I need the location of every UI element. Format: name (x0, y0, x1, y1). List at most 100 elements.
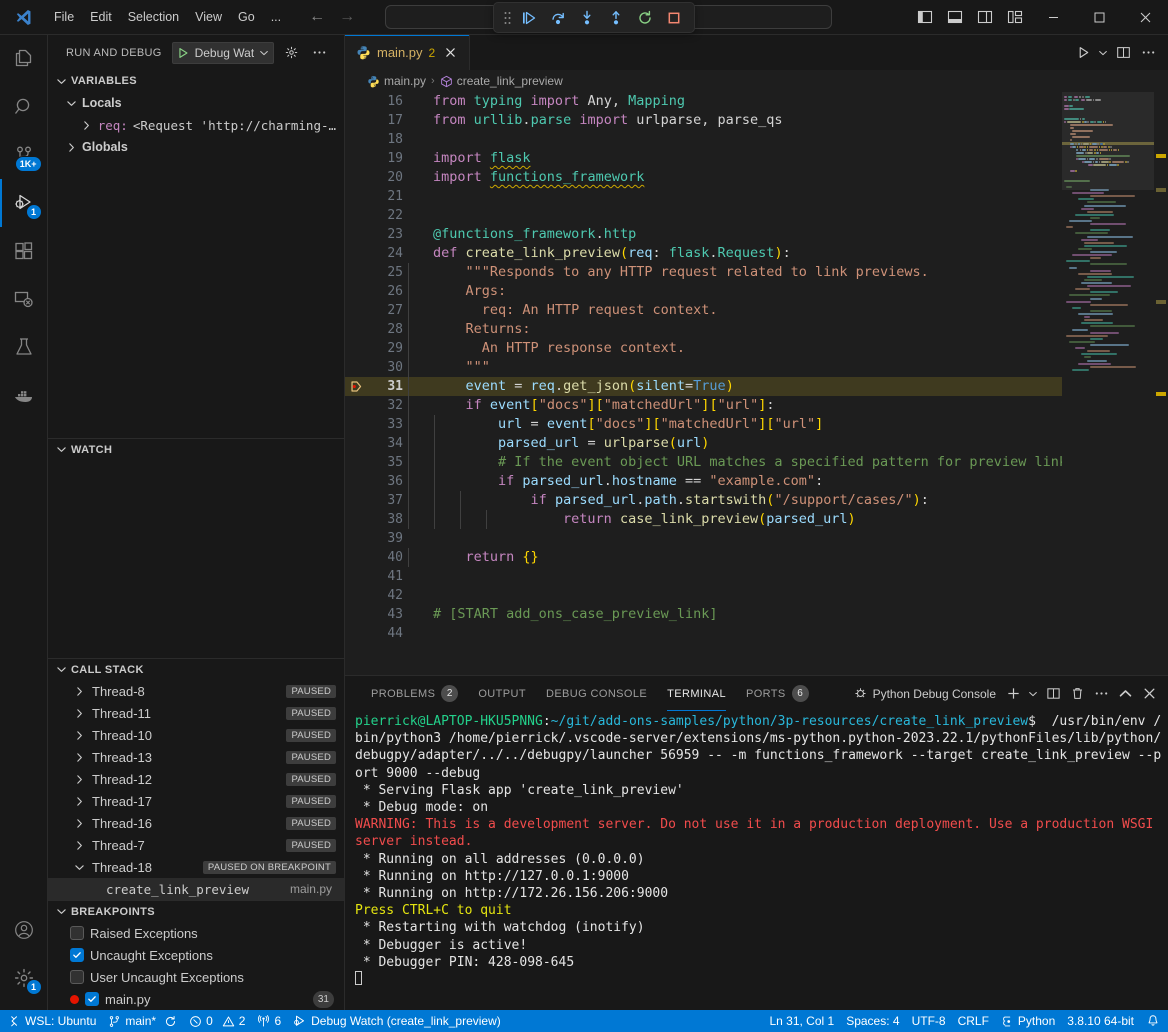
thread-row[interactable]: Thread-17 PAUSED (48, 790, 344, 812)
code-line[interactable]: 31 event = req.get_json(silent=True) (345, 377, 1062, 396)
code-line[interactable]: 24def create_link_preview(req: flask.Req… (345, 244, 1062, 263)
activity-explorer-icon[interactable] (0, 35, 48, 83)
stack-frame-row[interactable]: create_link_preview main.py (48, 878, 344, 900)
breakpoint-row-raised-exceptions[interactable]: Raised Exceptions (48, 922, 344, 944)
variables-group-globals[interactable]: Globals (48, 136, 344, 158)
status-notifications[interactable] (1140, 1010, 1166, 1032)
code-line[interactable]: 32 if event["docs"]["matchedUrl"]["url"]… (345, 396, 1062, 415)
variable-req[interactable]: req: <Request 'http://charming-tro… (48, 114, 344, 136)
split-editor-icon[interactable] (1111, 41, 1135, 65)
status-encoding[interactable]: UTF-8 (906, 1010, 952, 1032)
terminal-dropdown-chevron-down-icon[interactable] (1026, 683, 1040, 705)
sidebar-more-actions-icon[interactable] (308, 42, 330, 64)
status-problems[interactable]: 0 2 (183, 1010, 251, 1032)
activity-testing-icon[interactable] (0, 323, 48, 371)
minimap-slider[interactable] (1062, 92, 1154, 190)
breakpoint-row-uncaught-exceptions[interactable]: Uncaught Exceptions (48, 944, 344, 966)
thread-row[interactable]: Thread-13 PAUSED (48, 746, 344, 768)
code-line[interactable]: 42 (345, 586, 1062, 605)
split-terminal-icon[interactable] (1042, 683, 1064, 705)
thread-row[interactable]: Thread-8 PAUSED (48, 680, 344, 702)
minimap[interactable] (1062, 92, 1154, 675)
menu-selection[interactable]: Selection (120, 6, 187, 28)
close-button[interactable] (1122, 0, 1168, 35)
new-terminal-icon[interactable] (1002, 683, 1024, 705)
breakpoint-checkbox[interactable] (85, 992, 99, 1006)
breakpoint-checkbox[interactable] (70, 926, 84, 940)
activity-docker-icon[interactable] (0, 371, 48, 419)
panel-more-actions-icon[interactable] (1090, 683, 1112, 705)
step-into-icon[interactable] (574, 6, 600, 30)
terminal-output[interactable]: pierrick@LAPTOP-HKU5PNNG:~/git/add-ons-s… (345, 711, 1168, 1010)
maximize-button[interactable] (1076, 0, 1122, 35)
status-debug-session[interactable]: Debug Watch (create_link_preview) (287, 1010, 507, 1032)
menu-more[interactable]: ... (263, 6, 289, 28)
activity-run-and-debug-icon[interactable]: 1 (0, 179, 48, 227)
close-panel-icon[interactable] (1138, 683, 1160, 705)
activity-accounts-icon[interactable] (0, 906, 48, 954)
code-line[interactable]: 25 """Responds to any HTTP request relat… (345, 263, 1062, 282)
code-line[interactable]: 28 Returns: (345, 320, 1062, 339)
run-python-file-icon[interactable] (1071, 41, 1095, 65)
status-radio-tower[interactable]: 6 (251, 1010, 287, 1032)
debug-settings-gear-icon[interactable] (280, 42, 302, 64)
stop-icon[interactable] (661, 6, 687, 30)
code-line[interactable]: 34 parsed_url = urlparse(url) (345, 434, 1062, 453)
status-language-mode[interactable]: Python (995, 1010, 1061, 1032)
panel-tab-terminal[interactable]: TERMINAL (657, 676, 736, 711)
code-editor[interactable]: 16from typing import Any, Mapping17from … (345, 92, 1062, 675)
overview-ruler[interactable] (1154, 92, 1168, 675)
activity-source-control-icon[interactable]: 1K+ (0, 131, 48, 179)
code-line[interactable]: 26 Args: (345, 282, 1062, 301)
breadcrumb-file[interactable]: main.py (367, 74, 426, 88)
go-back-icon[interactable]: ← (307, 8, 327, 26)
status-cursor-position[interactable]: Ln 31, Col 1 (763, 1010, 840, 1032)
menu-edit[interactable]: Edit (82, 6, 120, 28)
thread-row[interactable]: Thread-16 PAUSED (48, 812, 344, 834)
variables-group-locals[interactable]: Locals (48, 92, 344, 114)
breakpoint-checkbox[interactable] (70, 970, 84, 984)
panel-tab-problems[interactable]: PROBLEMS 2 (361, 676, 468, 711)
code-line[interactable]: 22 (345, 206, 1062, 225)
restart-icon[interactable] (632, 6, 658, 30)
minimize-button[interactable] (1030, 0, 1076, 35)
code-line[interactable]: 17from urllib.parse import urlparse, par… (345, 111, 1062, 130)
customize-layout-icon[interactable] (1000, 2, 1030, 32)
activity-search-icon[interactable] (0, 83, 48, 131)
toggle-primary-sidebar-icon[interactable] (910, 2, 940, 32)
panel-tab-ports[interactable]: PORTS 6 (736, 676, 819, 711)
debug-configuration-select[interactable]: Debug Wat (172, 42, 275, 64)
code-line[interactable]: 33 url = event["docs"]["matchedUrl"]["ur… (345, 415, 1062, 434)
code-line[interactable]: 44 (345, 624, 1062, 643)
editor-more-actions-icon[interactable] (1136, 41, 1160, 65)
callstack-section-header[interactable]: CALL STACK (48, 658, 344, 680)
step-out-icon[interactable] (603, 6, 629, 30)
status-eol[interactable]: CRLF (952, 1010, 995, 1032)
editor-tab-main-py[interactable]: main.py 2 (345, 35, 470, 70)
code-line[interactable]: 39 (345, 529, 1062, 548)
thread-row-active[interactable]: Thread-18 PAUSED ON BREAKPOINT (48, 856, 344, 878)
breakpoint-marker-icon[interactable] (345, 380, 367, 393)
code-line[interactable]: 40 return {} (345, 548, 1062, 567)
kill-terminal-trash-icon[interactable] (1066, 683, 1088, 705)
code-line[interactable]: 18 (345, 130, 1062, 149)
activity-settings-icon[interactable]: 1 (0, 954, 48, 1002)
code-line[interactable]: 16from typing import Any, Mapping (345, 92, 1062, 111)
code-line[interactable]: 23@functions_framework.http (345, 225, 1062, 244)
menu-view[interactable]: View (187, 6, 230, 28)
code-line[interactable]: 35 # If the event object URL matches a s… (345, 453, 1062, 472)
breakpoint-row-user-uncaught-exceptions[interactable]: User Uncaught Exceptions (48, 966, 344, 988)
menu-go[interactable]: Go (230, 6, 263, 28)
code-line[interactable]: 27 req: An HTTP request context. (345, 301, 1062, 320)
panel-tab-output[interactable]: OUTPUT (468, 676, 536, 711)
activity-remote-explorer-icon[interactable] (0, 275, 48, 323)
code-line[interactable]: 41 (345, 567, 1062, 586)
code-line[interactable]: 43# [START add_ons_case_preview_link] (345, 605, 1062, 624)
thread-row[interactable]: Thread-12 PAUSED (48, 768, 344, 790)
code-line[interactable]: 36 if parsed_url.hostname == "example.co… (345, 472, 1062, 491)
run-dropdown-chevron-down-icon[interactable] (1096, 41, 1110, 65)
active-terminal-label[interactable]: Python Debug Console (853, 686, 996, 701)
tab-close-icon[interactable] (441, 44, 459, 62)
status-remote-indicator[interactable]: WSL: Ubuntu (2, 1010, 102, 1032)
step-over-icon[interactable] (545, 6, 571, 30)
